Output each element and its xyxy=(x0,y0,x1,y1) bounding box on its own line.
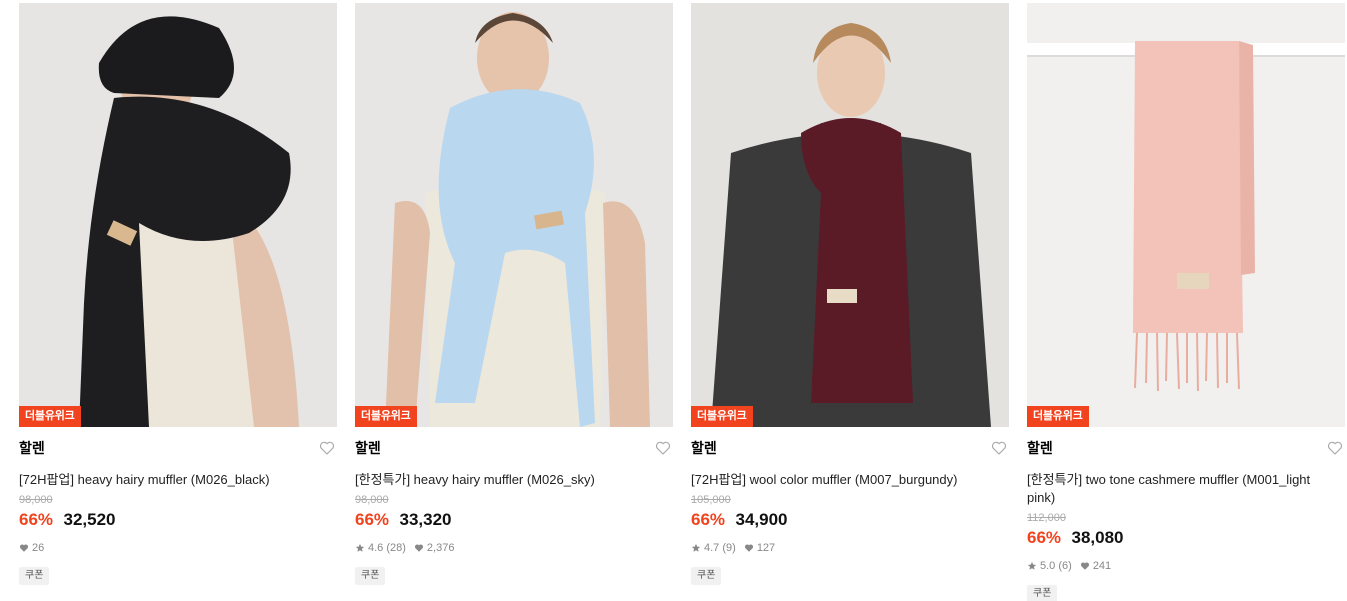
brand-name[interactable]: 할렌 xyxy=(691,439,717,457)
likes-count: 2,376 xyxy=(426,542,455,554)
product-name[interactable]: [72H팝업] wool color muffler (M007_burgund… xyxy=(691,471,1009,489)
product-meta: 26 xyxy=(19,541,337,555)
heart-icon xyxy=(1080,562,1089,570)
brand-name[interactable]: 할렌 xyxy=(19,439,45,457)
review-count: (9) xyxy=(722,542,736,554)
heart-icon xyxy=(744,544,753,552)
rating: 4.6 (28) xyxy=(355,541,406,555)
product-photo xyxy=(691,3,1009,427)
brand-name[interactable]: 할렌 xyxy=(355,439,381,457)
sale-price: 34,900 xyxy=(735,510,788,529)
likes: 2,376 xyxy=(414,541,455,555)
heart-outline-icon[interactable] xyxy=(1327,440,1343,456)
sale-price: 33,320 xyxy=(399,510,452,529)
price-row: 66% 34,900 xyxy=(691,509,1009,531)
product-photo xyxy=(355,3,673,427)
original-price: 98,000 xyxy=(355,494,389,506)
coupon-tag: 쿠폰 xyxy=(355,567,386,585)
heart-icon xyxy=(19,544,29,552)
discount-rate: 66% xyxy=(691,510,726,529)
product-meta: 5.0 (6) 241 xyxy=(1027,559,1345,573)
product-card[interactable]: 더블유위크 할렌 [72H팝업] wool color muffler (M00… xyxy=(691,3,1009,585)
review-count: (6) xyxy=(1058,560,1072,572)
product-image[interactable]: 더블유위크 xyxy=(691,3,1009,427)
likes: 127 xyxy=(744,541,775,555)
rating: 4.7 (9) xyxy=(691,541,736,555)
heart-icon xyxy=(414,544,423,552)
heart-outline-icon[interactable] xyxy=(655,440,671,456)
coupon-tag: 쿠폰 xyxy=(1027,585,1058,601)
price-row: 66% 32,520 xyxy=(19,509,337,531)
coupon-tag: 쿠폰 xyxy=(19,567,50,585)
promo-badge: 더블유위크 xyxy=(19,406,81,427)
product-photo xyxy=(19,3,337,427)
heart-outline-icon[interactable] xyxy=(991,440,1007,456)
likes: 26 xyxy=(19,541,44,555)
product-card[interactable]: 더블유위크 할렌 [72H팝업] heavy hairy muffler (M0… xyxy=(19,3,337,585)
product-meta: 4.6 (28) 2,376 xyxy=(355,541,673,555)
brand-name[interactable]: 할렌 xyxy=(1027,439,1053,457)
coupon-tag: 쿠폰 xyxy=(691,567,722,585)
original-price: 105,000 xyxy=(691,494,731,506)
sale-price: 32,520 xyxy=(63,510,116,529)
promo-badge: 더블유위크 xyxy=(355,406,417,427)
discount-rate: 66% xyxy=(19,510,54,529)
sale-price: 38,080 xyxy=(1071,528,1124,547)
price-row: 66% 33,320 xyxy=(355,509,673,531)
rating-value: 4.6 xyxy=(368,542,384,554)
likes-count: 26 xyxy=(32,542,45,554)
promo-badge: 더블유위크 xyxy=(1027,406,1089,427)
star-icon xyxy=(691,543,701,552)
product-photo xyxy=(1027,3,1345,427)
product-image[interactable]: 더블유위크 xyxy=(355,3,673,427)
rating-value: 5.0 xyxy=(1040,560,1056,572)
star-icon xyxy=(355,543,365,552)
heart-outline-icon[interactable] xyxy=(319,440,335,456)
original-price: 98,000 xyxy=(19,494,53,506)
rating: 5.0 (6) xyxy=(1027,559,1072,573)
price-row: 66% 38,080 xyxy=(1027,527,1345,549)
product-card[interactable]: 더블유위크 할렌 [한정특가] two tone cashmere muffle… xyxy=(1027,3,1345,601)
discount-rate: 66% xyxy=(1027,528,1062,547)
product-name[interactable]: [한정특가] heavy hairy muffler (M026_sky) xyxy=(355,471,673,489)
review-count: (28) xyxy=(386,542,406,554)
likes-count: 127 xyxy=(756,542,776,554)
product-image[interactable]: 더블유위크 xyxy=(19,3,337,427)
likes-count: 241 xyxy=(1092,560,1112,572)
product-grid: 더블유위크 할렌 [72H팝업] heavy hairy muffler (M0… xyxy=(0,0,1347,601)
likes: 241 xyxy=(1080,559,1111,573)
discount-rate: 66% xyxy=(355,510,390,529)
rating-value: 4.7 xyxy=(704,542,720,554)
product-image[interactable]: 더블유위크 xyxy=(1027,3,1345,427)
product-name[interactable]: [72H팝업] heavy hairy muffler (M026_black) xyxy=(19,471,337,489)
promo-badge: 더블유위크 xyxy=(691,406,753,427)
product-name[interactable]: [한정특가] two tone cashmere muffler (M001_l… xyxy=(1027,471,1345,507)
product-card[interactable]: 더블유위크 할렌 [한정특가] heavy hairy muffler (M02… xyxy=(355,3,673,585)
star-icon xyxy=(1027,561,1037,570)
product-meta: 4.7 (9) 127 xyxy=(691,541,1009,555)
original-price: 112,000 xyxy=(1027,512,1066,524)
